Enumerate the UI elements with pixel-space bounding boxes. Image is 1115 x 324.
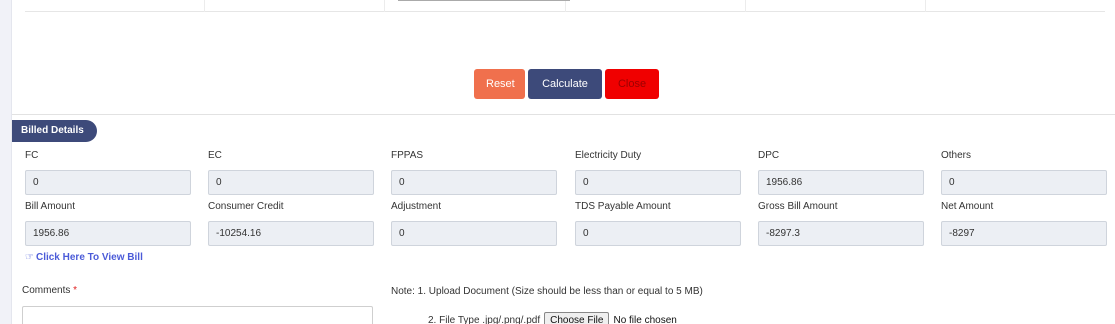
field-bill-amount: Bill Amount 1956.86: [25, 200, 191, 246]
field-value[interactable]: 0: [391, 170, 557, 195]
field-electricity-duty: Electricity Duty 0: [575, 149, 741, 195]
choose-file-button[interactable]: Choose File: [544, 312, 610, 324]
table-input-edge[interactable]: [398, 0, 570, 1]
field-others: Others 0: [941, 149, 1107, 195]
field-gross-bill-amount: Gross Bill Amount -8297.3: [758, 200, 924, 246]
field-consumer-credit: Consumer Credit -10254.16: [208, 200, 374, 246]
table-cell: [564, 0, 745, 12]
table-cell: [204, 0, 384, 12]
field-value[interactable]: 1956.86: [758, 170, 924, 195]
comments-label: Comments *: [22, 285, 77, 296]
field-value[interactable]: -8297: [941, 221, 1107, 246]
left-rail: [0, 0, 12, 324]
file-status: No file chosen: [613, 314, 677, 324]
field-value[interactable]: -8297.3: [758, 221, 924, 246]
reset-button[interactable]: Reset: [474, 69, 525, 99]
field-dpc: DPC 1956.86: [758, 149, 924, 195]
field-adjustment: Adjustment 0: [391, 200, 557, 246]
field-label: Others: [941, 150, 972, 161]
top-table-remnant: [25, 0, 1105, 12]
field-value[interactable]: 0: [575, 221, 741, 246]
field-label: Net Amount: [941, 201, 994, 212]
field-value[interactable]: 1956.86: [25, 221, 191, 246]
field-net-amount: Net Amount -8297: [941, 200, 1107, 246]
field-value[interactable]: 0: [391, 221, 557, 246]
comments-label-text: Comments: [22, 285, 71, 296]
section-divider: [12, 114, 1115, 115]
required-mark: *: [73, 285, 78, 296]
field-label: Adjustment: [391, 201, 442, 212]
field-tds-payable-amount: TDS Payable Amount 0: [575, 200, 741, 246]
field-label: EC: [208, 150, 222, 161]
field-label: Consumer Credit: [208, 201, 284, 212]
table-cell: [924, 0, 1105, 12]
view-bill-label: Click Here To View Bill: [35, 252, 143, 263]
field-fc: FC 0: [25, 149, 191, 195]
table-cell: [25, 0, 204, 12]
view-bill-link[interactable]: ☞ Click Here To View Bill: [25, 252, 143, 263]
field-value[interactable]: 0: [25, 170, 191, 195]
section-title: Billed Details: [12, 120, 97, 142]
table-cell: [384, 0, 564, 12]
file-type-note: 2. File Type .jpg/.png/.pdf: [428, 314, 541, 324]
billing-page: Reset Calculate Close Billed Details FC …: [0, 0, 1115, 324]
field-fppas: FPPAS 0: [391, 149, 557, 195]
action-bar: Reset Calculate Close: [474, 69, 659, 99]
field-label: Electricity Duty: [575, 150, 642, 161]
field-label: DPC: [758, 150, 780, 161]
field-label: FPPAS: [391, 150, 424, 161]
field-label: Gross Bill Amount: [758, 201, 838, 212]
field-label: FC: [25, 150, 39, 161]
upload-note: Note: 1. Upload Document (Size should be…: [391, 286, 703, 297]
table-cell: [744, 0, 925, 12]
field-value[interactable]: 0: [575, 170, 741, 195]
field-label: TDS Payable Amount: [575, 201, 671, 212]
comments-textarea[interactable]: [22, 306, 373, 324]
field-label: Bill Amount: [25, 201, 76, 212]
upload-row: 2. File Type .jpg/.png/.pdf Choose File …: [428, 312, 677, 324]
calculate-button[interactable]: Calculate: [528, 69, 602, 99]
close-button[interactable]: Close: [605, 69, 659, 99]
field-value[interactable]: 0: [941, 170, 1107, 195]
field-ec: EC 0: [208, 149, 374, 195]
field-value[interactable]: -10254.16: [208, 221, 374, 246]
field-value[interactable]: 0: [208, 170, 374, 195]
hand-pointer-icon: ☞: [25, 252, 34, 263]
